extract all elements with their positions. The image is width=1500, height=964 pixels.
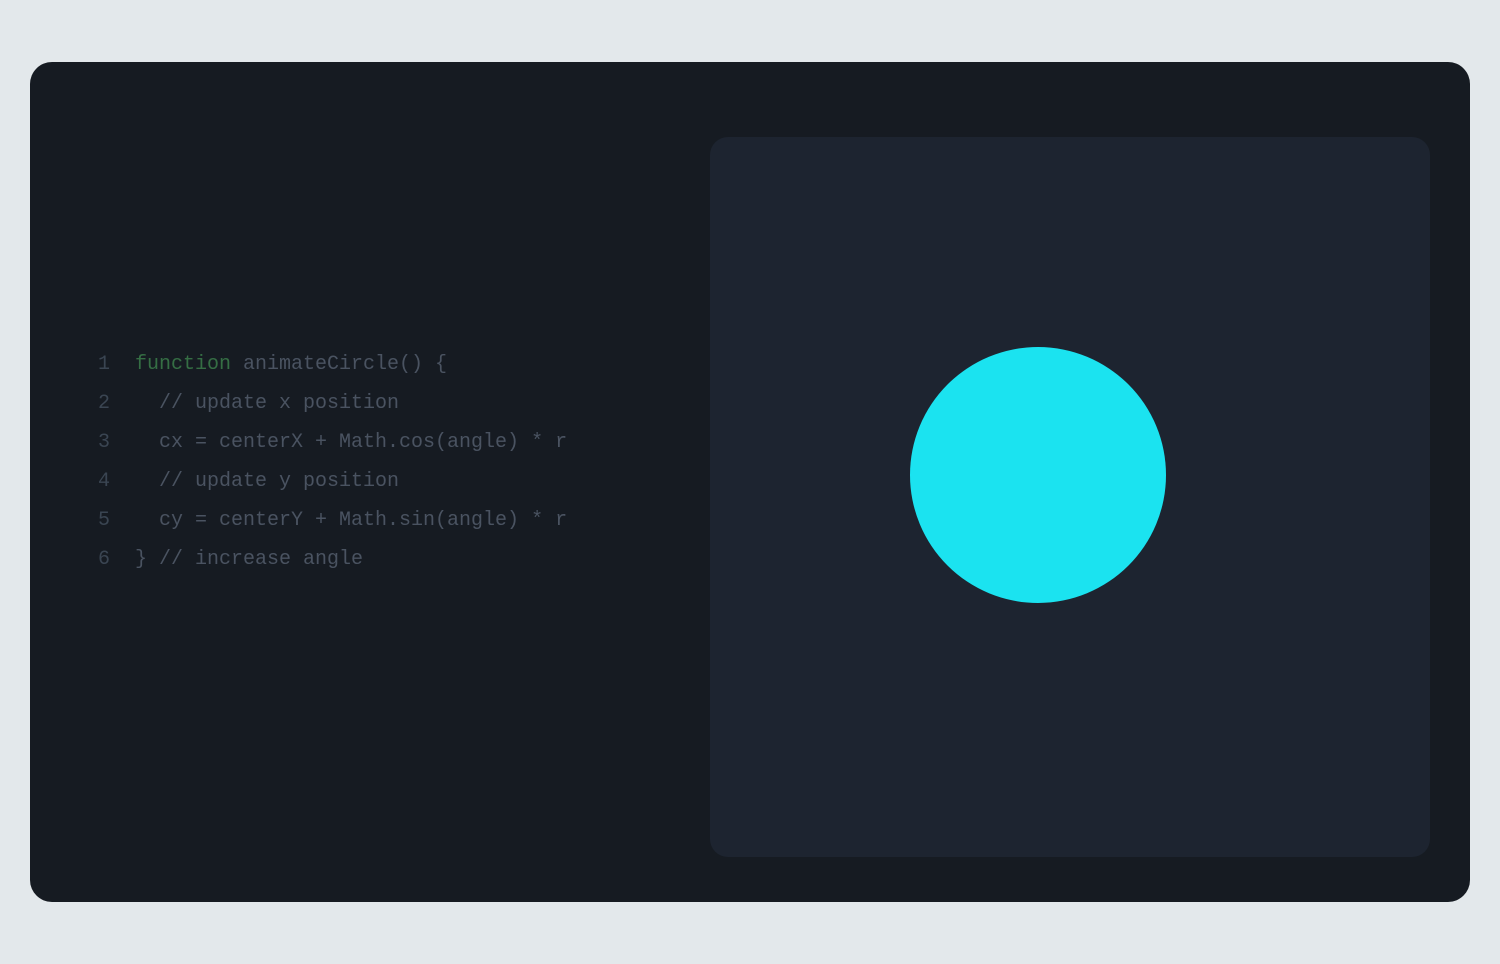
code-text: } // increase angle	[135, 548, 363, 571]
line-number: 1	[75, 353, 110, 376]
code-text: // update y position	[135, 470, 399, 493]
code-text: function animateCircle() {	[135, 353, 447, 376]
code-line: 1 function animateCircle() {	[75, 353, 710, 376]
code-line: 4 // update y position	[75, 470, 710, 493]
line-number: 2	[75, 392, 110, 415]
code-panel: 1 function animateCircle() { 2 // update…	[30, 102, 710, 862]
code-text: cy = centerY + Math.sin(angle) * r	[135, 509, 567, 532]
code-line: 5 cy = centerY + Math.sin(angle) * r	[75, 509, 710, 532]
code-line: 6 } // increase angle	[75, 548, 710, 571]
code-line: 2 // update x position	[75, 392, 710, 415]
line-number: 5	[75, 509, 110, 532]
code-line: 3 cx = centerX + Math.cos(angle) * r	[75, 431, 710, 454]
keyword-function: function	[135, 353, 231, 376]
code-rest: animateCircle() {	[231, 353, 447, 376]
preview-panel	[710, 137, 1430, 857]
line-number: 3	[75, 431, 110, 454]
animated-circle	[910, 347, 1166, 603]
code-text: cx = centerX + Math.cos(angle) * r	[135, 431, 567, 454]
editor-window: 1 function animateCircle() { 2 // update…	[30, 62, 1470, 902]
code-block[interactable]: 1 function animateCircle() { 2 // update…	[75, 353, 710, 571]
line-number: 4	[75, 470, 110, 493]
line-number: 6	[75, 548, 110, 571]
code-text: // update x position	[135, 392, 399, 415]
